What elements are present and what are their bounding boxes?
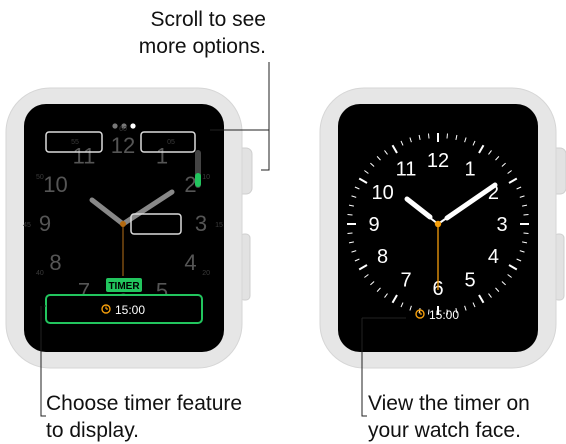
minute-tick xyxy=(446,133,448,139)
left-numeral-12: 12 xyxy=(111,133,135,158)
right-numeral-9: 9 xyxy=(368,214,379,236)
left-numeral-4: 4 xyxy=(184,250,196,275)
watch-illustration: 600510152025303540455055 121234567891011… xyxy=(5,62,566,417)
minute-tick xyxy=(428,133,430,139)
scroll-indicator-thumb[interactable] xyxy=(195,173,201,187)
timer-label-text: TIMER xyxy=(108,281,140,292)
minute-tick xyxy=(347,214,353,216)
right-numeral-4: 4 xyxy=(488,246,499,268)
right-numeral-11: 11 xyxy=(396,159,417,181)
minute-tick xyxy=(347,232,353,234)
left-numeral-1: 1 xyxy=(156,144,168,169)
left-hand-center xyxy=(120,221,126,227)
left-dial-label-05: 05 xyxy=(167,139,175,146)
right-numeral-1: 1 xyxy=(464,159,475,181)
right-numeral-12: 12 xyxy=(427,150,449,172)
right-numeral-7: 7 xyxy=(400,269,411,291)
left-dial-label-20: 20 xyxy=(202,270,210,277)
minute-tick xyxy=(523,214,529,216)
right-timer-value: 15:00 xyxy=(429,308,459,322)
right-numeral-5: 5 xyxy=(464,269,475,291)
left-dial-label-60: 60 xyxy=(119,126,127,133)
leader-scroll xyxy=(261,62,270,171)
left-numeral-9: 9 xyxy=(39,211,51,236)
right-hand-center xyxy=(434,220,442,228)
left-dial-label-40: 40 xyxy=(36,270,44,277)
left-numeral-11: 11 xyxy=(73,144,96,169)
left-dial-label-45: 45 xyxy=(23,222,31,229)
minute-tick xyxy=(523,232,529,234)
page-dot-3 xyxy=(130,123,136,129)
left-numeral-10: 10 xyxy=(43,172,67,197)
left-dial-label-15: 15 xyxy=(215,222,223,229)
left-numeral-8: 8 xyxy=(49,250,61,275)
right-watch: 12 1234567891011 15:00 xyxy=(319,87,566,369)
left-numeral-2: 2 xyxy=(184,172,196,197)
right-numeral-3: 3 xyxy=(496,214,507,236)
right-numeral-8: 8 xyxy=(377,246,388,268)
right-numeral-10: 10 xyxy=(371,182,393,204)
timer-complication-value: 15:00 xyxy=(115,303,145,317)
page-dot-1 xyxy=(112,123,118,129)
left-dial-label-10: 10 xyxy=(202,174,210,181)
left-numeral-3: 3 xyxy=(195,211,207,236)
